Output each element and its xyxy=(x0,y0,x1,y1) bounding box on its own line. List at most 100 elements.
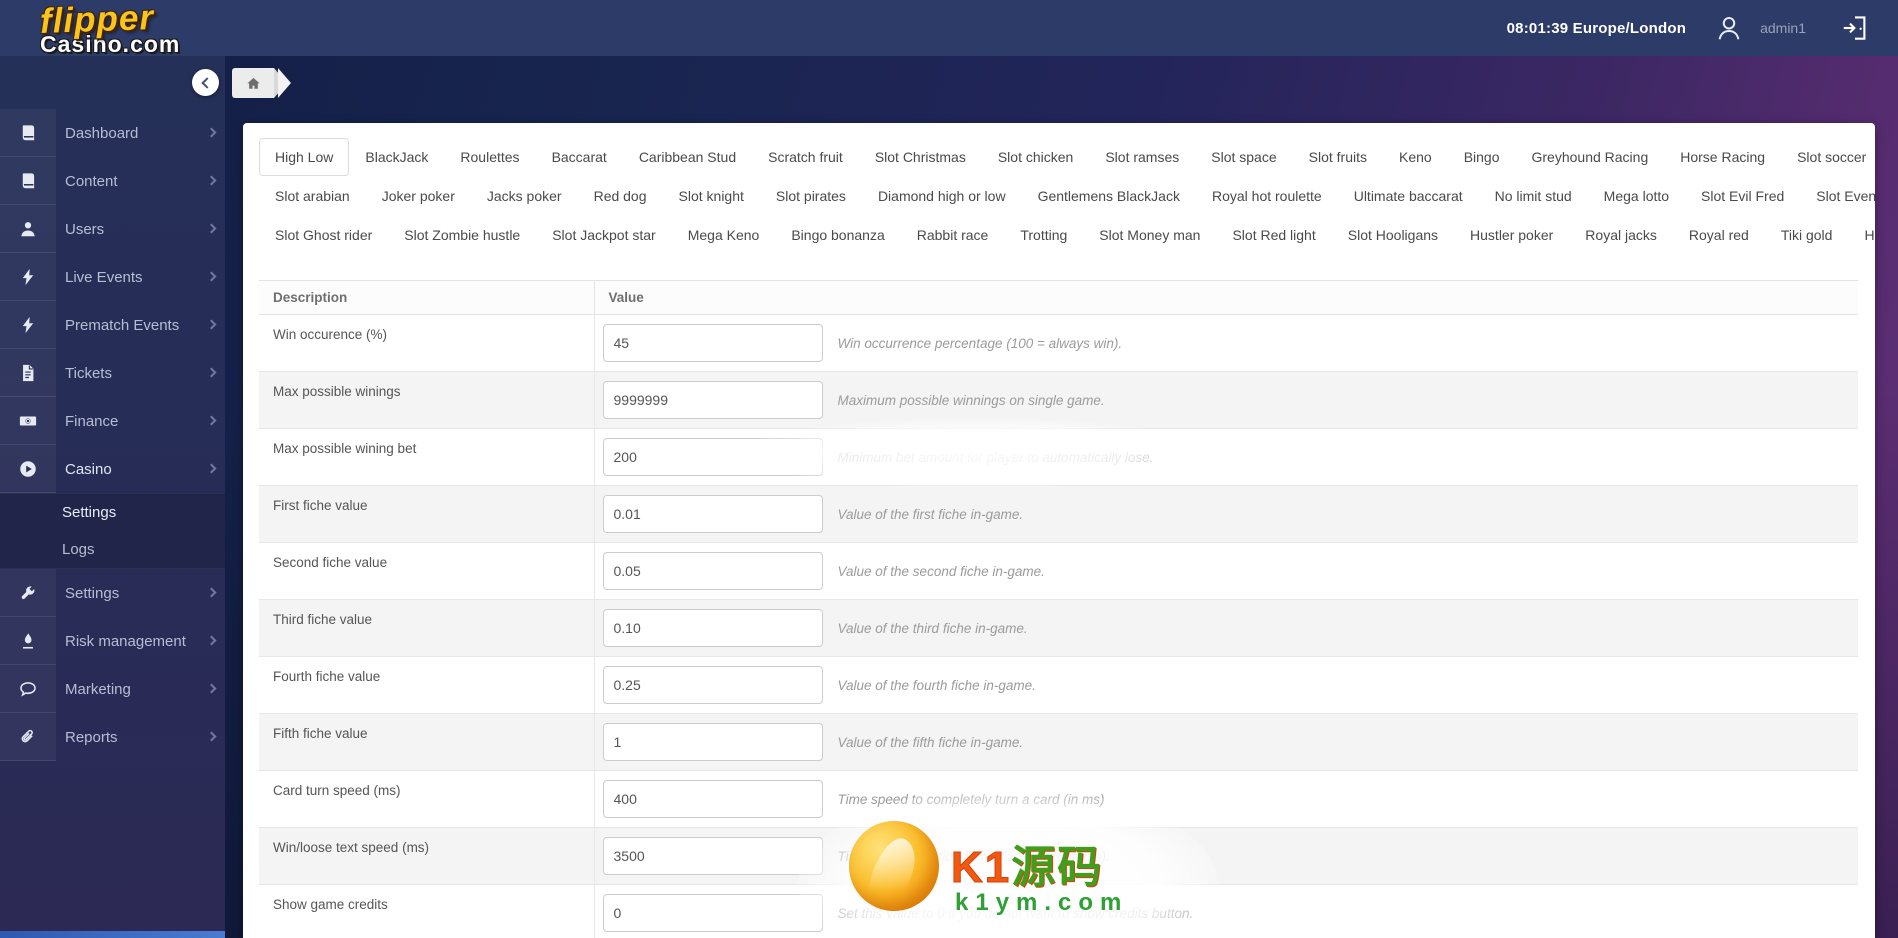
setting-value-cell: Value of the first fiche in-game. xyxy=(594,485,1858,543)
tab-slot-christmas[interactable]: Slot Christmas xyxy=(859,138,982,176)
sidebar-item-reports[interactable]: Reports xyxy=(0,713,225,761)
sidebar-item-casino[interactable]: Casino xyxy=(0,445,225,493)
setting-value-input[interactable] xyxy=(602,381,823,419)
tab-row: Slot arabian Joker poker Jacks poker Red do… xyxy=(259,177,1875,215)
tab-high-low[interactable]: High Low xyxy=(259,138,350,176)
casino-submenu: Settings Logs xyxy=(0,493,225,569)
logout-icon[interactable] xyxy=(1840,13,1870,43)
setting-description: Card turn speed (ms) xyxy=(259,770,595,828)
sidebar-menu: Dashboard Content Users Live Events Prematch… xyxy=(0,109,225,761)
submenu-item-logs[interactable]: Logs xyxy=(0,531,225,568)
tab-slot-ghost-rider[interactable]: Slot Ghost rider xyxy=(259,216,388,254)
tab-red-dog[interactable]: Red dog xyxy=(578,177,663,215)
setting-description: Win/loose text speed (ms) xyxy=(259,827,595,885)
tab-slot-soccer[interactable]: Slot soccer xyxy=(1781,138,1875,176)
tab-bingo-bonanza[interactable]: Bingo bonanza xyxy=(775,216,900,254)
sidebar-item-label: Tickets xyxy=(65,364,112,382)
setting-value-input[interactable] xyxy=(602,723,823,761)
tab-trotting[interactable]: Trotting xyxy=(1004,216,1083,254)
tab-slot-zombie-hustle[interactable]: Slot Zombie hustle xyxy=(388,216,536,254)
setting-description: Second fiche value xyxy=(259,542,595,600)
submenu-item-settings[interactable]: Settings xyxy=(0,494,225,531)
breadcrumb xyxy=(232,68,291,98)
tab-slot-jackpot-star[interactable]: Slot Jackpot star xyxy=(536,216,672,254)
breadcrumb-home[interactable] xyxy=(232,68,274,98)
sidebar-item-settings[interactable]: Settings xyxy=(0,569,225,617)
tab-slot-hooligans[interactable]: Slot Hooligans xyxy=(1332,216,1454,254)
tab-slot-red-light[interactable]: Slot Red light xyxy=(1216,216,1331,254)
setting-row: Max possible wining bet Minimum bet amoun… xyxy=(259,428,1858,486)
tab-hasselguy[interactable]: Hasselguy xyxy=(1848,216,1875,254)
setting-value-input[interactable] xyxy=(602,609,823,647)
setting-value-input[interactable] xyxy=(602,552,823,590)
tab-slot-ramses[interactable]: Slot ramses xyxy=(1089,138,1195,176)
sidebar-item-marketing[interactable]: Marketing xyxy=(0,665,225,713)
tab-royal-red[interactable]: Royal red xyxy=(1673,216,1765,254)
tab-slot-arabian[interactable]: Slot arabian xyxy=(259,177,366,215)
setting-hint: Win occurrence percentage (100 = always … xyxy=(837,335,1123,351)
setting-value-input[interactable] xyxy=(602,438,823,476)
tab-jacks-poker[interactable]: Jacks poker xyxy=(471,177,578,215)
setting-row: Win/loose text speed (ms) Time speed dura… xyxy=(259,827,1858,885)
tab-slot-pirates[interactable]: Slot pirates xyxy=(760,177,862,215)
tab-diamond-high-or-low[interactable]: Diamond high or low xyxy=(862,177,1022,215)
sidebar-item-users[interactable]: Users xyxy=(0,205,225,253)
site-logo: flipper Casino.com xyxy=(39,0,180,56)
setting-row: Win occurence (%) Win occurrence percenta… xyxy=(259,314,1858,372)
setting-value-cell: Value of the fifth fiche in-game. xyxy=(594,713,1858,771)
tab-keno[interactable]: Keno xyxy=(1383,138,1448,176)
sidebar-item-risk-management[interactable]: Risk management xyxy=(0,617,225,665)
tab-mega-lotto[interactable]: Mega lotto xyxy=(1588,177,1685,215)
sidebar-item-dashboard[interactable]: Dashboard xyxy=(0,109,225,157)
tab-caribbean-stud[interactable]: Caribbean Stud xyxy=(623,138,752,176)
setting-hint: Maximum possible winnings on single game… xyxy=(837,392,1105,408)
tab-horse-racing[interactable]: Horse Racing xyxy=(1664,138,1781,176)
setting-value-input[interactable] xyxy=(602,780,823,818)
sidebar-item-finance[interactable]: Finance xyxy=(0,397,225,445)
setting-row: Fourth fiche value Value of the fourth fi… xyxy=(259,656,1858,714)
tab-slot-space[interactable]: Slot space xyxy=(1195,138,1292,176)
collapse-sidebar-button[interactable] xyxy=(192,69,219,96)
setting-value-input[interactable] xyxy=(602,666,823,704)
tab-slot-evil-fred[interactable]: Slot Evil Fred xyxy=(1685,177,1800,215)
tab-baccarat[interactable]: Baccarat xyxy=(536,138,623,176)
tab-mega-keno[interactable]: Mega Keno xyxy=(672,216,776,254)
tab-slot-knight[interactable]: Slot knight xyxy=(663,177,760,215)
setting-value-input[interactable] xyxy=(602,495,823,533)
tab-scratch-fruit[interactable]: Scratch fruit xyxy=(752,138,859,176)
tab-bingo[interactable]: Bingo xyxy=(1448,138,1516,176)
tab-slot-fruits[interactable]: Slot fruits xyxy=(1293,138,1383,176)
tab-greyhound-racing[interactable]: Greyhound Racing xyxy=(1516,138,1665,176)
tab-rabbit-race[interactable]: Rabbit race xyxy=(901,216,1005,254)
user-avatar-icon[interactable] xyxy=(1714,13,1744,43)
tab-no-limit-stud[interactable]: No limit stud xyxy=(1479,177,1588,215)
tab-joker-poker[interactable]: Joker poker xyxy=(366,177,471,215)
tab-hustler-poker[interactable]: Hustler poker xyxy=(1454,216,1569,254)
pen-icon xyxy=(0,617,56,665)
setting-value-input[interactable] xyxy=(602,894,823,932)
breadcrumb-arrow xyxy=(278,68,291,98)
sidebar-item-live-events[interactable]: Live Events xyxy=(0,253,225,301)
tab-tiki-gold[interactable]: Tiki gold xyxy=(1765,216,1849,254)
play-icon xyxy=(0,445,56,493)
tab-slot-even-steven[interactable]: Slot Even Steven xyxy=(1800,177,1875,215)
sidebar-item-label: Settings xyxy=(65,584,120,602)
tab-roulettes[interactable]: Roulettes xyxy=(444,138,535,176)
setting-value-cell: Time speed to completely turn a card (in… xyxy=(594,770,1858,828)
tab-royal-jacks[interactable]: Royal jacks xyxy=(1569,216,1673,254)
setting-row: Card turn speed (ms) Time speed to comple… xyxy=(259,770,1858,828)
sidebar-item-tickets[interactable]: Tickets xyxy=(0,349,225,397)
sidebar-item-label: Reports xyxy=(65,728,118,746)
tab-blackjack[interactable]: BlackJack xyxy=(349,138,444,176)
sidebar-bottom-strip xyxy=(0,931,225,938)
tab-slot-chicken[interactable]: Slot chicken xyxy=(982,138,1089,176)
tab-gentlemens-blackjack[interactable]: Gentlemens BlackJack xyxy=(1022,177,1196,215)
tab-ultimate-baccarat[interactable]: Ultimate baccarat xyxy=(1338,177,1479,215)
setting-value-input[interactable] xyxy=(602,324,823,362)
tab-slot-money-man[interactable]: Slot Money man xyxy=(1083,216,1216,254)
sidebar-item-prematch-events[interactable]: Prematch Events xyxy=(0,301,225,349)
sidebar-item-content[interactable]: Content xyxy=(0,157,225,205)
setting-value-input[interactable] xyxy=(602,837,823,875)
username[interactable]: admin1 xyxy=(1760,20,1806,36)
tab-royal-hot-roulette[interactable]: Royal hot roulette xyxy=(1196,177,1338,215)
